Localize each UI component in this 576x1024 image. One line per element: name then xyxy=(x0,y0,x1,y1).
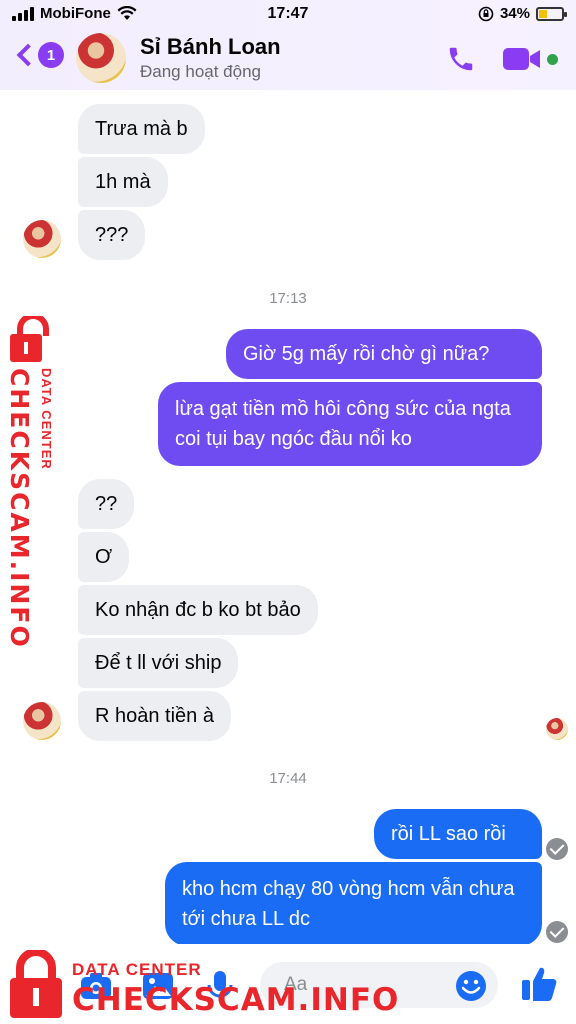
outgoing-message[interactable]: rồi LL sao rồi xyxy=(374,809,542,859)
chevron-left-icon xyxy=(16,43,40,67)
chat-header: 1 Sỉ Bánh Loan Đang hoạt động xyxy=(0,30,576,90)
incoming-message[interactable]: Để t ll với ship xyxy=(78,638,239,688)
watermark-vertical: CHECKSCAM.INFO DATA CENTER xyxy=(2,310,62,649)
thumbs-up-icon[interactable] xyxy=(520,964,558,1004)
status-right: 34% xyxy=(478,5,567,22)
outgoing-message[interactable]: kho hcm chạy 80 vòng hcm vẫn chưa tới ch… xyxy=(165,862,542,946)
timestamp: 17:44 xyxy=(269,770,307,787)
video-call-icon[interactable] xyxy=(503,46,541,72)
delivered-check-icon xyxy=(546,838,568,860)
incoming-message[interactable]: R hoàn tiền à xyxy=(78,691,231,741)
contact-name[interactable]: Sỉ Bánh Loan xyxy=(140,34,281,60)
online-indicator xyxy=(547,54,558,65)
battery-icon xyxy=(536,6,567,21)
incoming-message[interactable]: ?? xyxy=(78,479,135,529)
sender-avatar xyxy=(23,220,61,258)
incoming-message[interactable]: Trưa mà b xyxy=(78,104,205,154)
battery-percent: 34% xyxy=(499,5,530,22)
outgoing-message[interactable]: Giờ 5g mấy rồi chờ gì nữa? xyxy=(226,329,542,379)
incoming-message[interactable]: Ko nhận đc b ko bt bảo xyxy=(78,585,318,635)
emoji-icon[interactable] xyxy=(455,970,487,1002)
sender-avatar xyxy=(23,702,61,740)
watermark-main-text: CHECKSCAM.INFO xyxy=(5,368,34,649)
unread-badge: 1 xyxy=(38,42,64,68)
battery-fill xyxy=(539,9,548,18)
back-button[interactable]: 1 xyxy=(14,42,64,68)
rotation-lock-icon xyxy=(478,6,494,21)
status-bar: MobiFone 17:47 34% xyxy=(0,0,576,30)
contact-status: Đang hoạt động xyxy=(140,62,261,81)
watermark-sub-text: DATA CENTER xyxy=(72,960,202,979)
lock-icon xyxy=(10,950,62,1018)
contact-avatar[interactable] xyxy=(76,33,126,83)
timestamp: 17:13 xyxy=(269,290,307,307)
watermark-sub-text: DATA CENTER xyxy=(39,368,54,470)
delivered-check-icon xyxy=(546,921,568,943)
incoming-message[interactable]: Ơ xyxy=(78,532,130,582)
phone-call-icon[interactable] xyxy=(446,44,476,74)
seen-avatar xyxy=(546,718,568,740)
lock-icon xyxy=(10,316,49,362)
incoming-message[interactable]: ??? xyxy=(78,210,146,260)
incoming-message[interactable]: 1h mà xyxy=(78,157,168,207)
outgoing-message[interactable]: lừa gạt tiền mồ hôi công sức của ngta co… xyxy=(158,382,542,466)
watermark-main-text: CHECKSCAM.INFO xyxy=(72,982,400,1018)
